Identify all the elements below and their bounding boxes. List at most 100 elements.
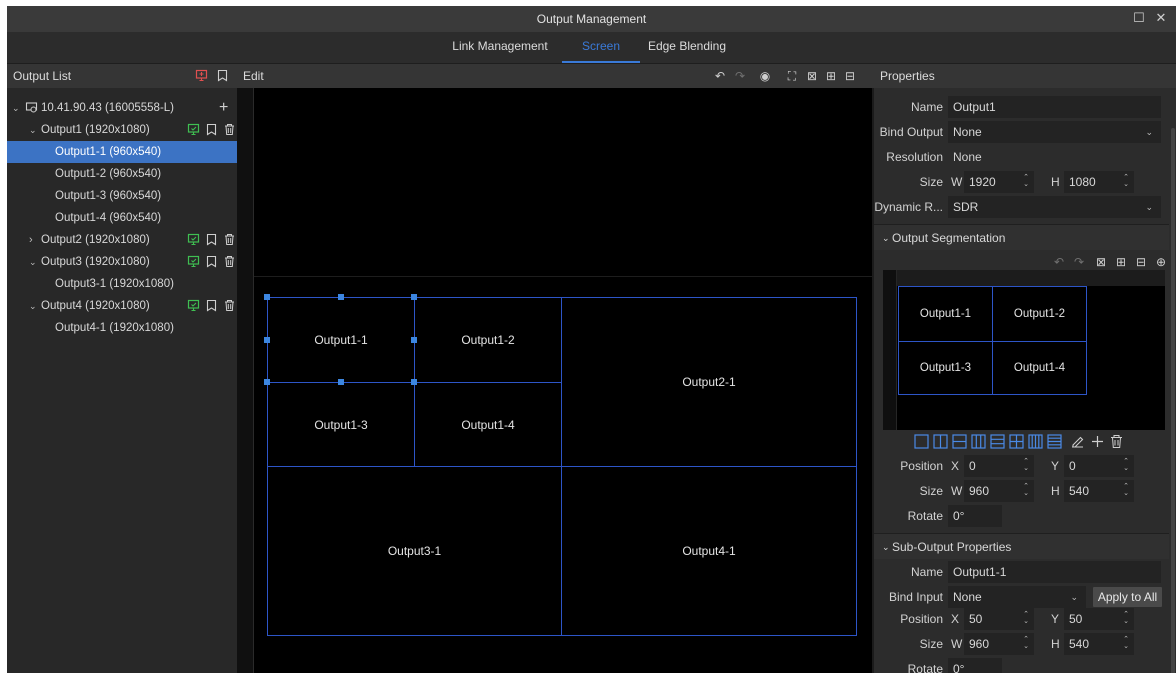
bind-input-select[interactable]: None ⌄: [948, 586, 1086, 608]
preview-cell-output1-2[interactable]: Output1-2: [992, 286, 1087, 342]
spinner-icon[interactable]: ⌃ ⌄: [1122, 458, 1130, 472]
chevron-right-icon[interactable]: ›: [29, 229, 33, 251]
x-input[interactable]: 0 ⌃ ⌄: [964, 455, 1034, 477]
bookmark-icon[interactable]: [216, 69, 229, 82]
preview-cell-output1-4[interactable]: Output1-4: [992, 341, 1087, 395]
apply-to-all-button[interactable]: Apply to All: [1093, 587, 1162, 607]
undo-icon[interactable]: ↶: [713, 68, 727, 84]
bookmark-icon[interactable]: [205, 299, 218, 312]
resize-handle[interactable]: [264, 337, 270, 343]
trash-icon[interactable]: [223, 255, 236, 268]
undo-icon[interactable]: ↶: [1052, 254, 1066, 270]
resize-handle[interactable]: [338, 294, 344, 300]
tree-item-output1-1[interactable]: Output1-1 (960x540): [7, 141, 237, 163]
spinner-icon[interactable]: ⌃ ⌄: [1122, 483, 1130, 497]
chevron-down-icon[interactable]: ⌄: [12, 97, 20, 119]
y-input[interactable]: 0 ⌃ ⌄: [1064, 455, 1134, 477]
spinner-icon[interactable]: ⌃ ⌄: [1022, 611, 1030, 625]
height-input[interactable]: 540 ⌃ ⌄: [1064, 480, 1134, 502]
height-input[interactable]: 540 ⌃ ⌄: [1064, 633, 1134, 655]
tree-item-output1-2[interactable]: Output1-2 (960x540): [7, 163, 237, 185]
magnify-icon[interactable]: ⊕: [1154, 254, 1168, 270]
edit-canvas[interactable]: Output1-1 Output1-2 Output1-3 Output1-4 …: [254, 88, 872, 673]
preview-cell-output1-1[interactable]: Output1-1: [898, 286, 993, 342]
name-input[interactable]: Output1: [948, 96, 1161, 118]
zoom-out-icon[interactable]: ⊟: [843, 68, 857, 84]
trash-icon[interactable]: [223, 233, 236, 246]
spinner-icon[interactable]: ⌃ ⌄: [1022, 483, 1030, 497]
spinner-icon[interactable]: ⌃ ⌄: [1022, 636, 1030, 650]
fullscreen-icon[interactable]: ⊠: [1094, 254, 1108, 270]
sub-output-section[interactable]: ⌄ Sub-Output Properties: [874, 533, 1169, 559]
height-input[interactable]: 1080 ⌃ ⌄: [1064, 171, 1134, 193]
trash-icon[interactable]: [1109, 434, 1124, 449]
monitor-icon[interactable]: [187, 233, 200, 246]
device-row[interactable]: ⌄ 10.41.90.43 (16005558-L) +: [7, 97, 237, 119]
scrollbar-thumb[interactable]: [1171, 128, 1175, 673]
resize-handle[interactable]: [338, 379, 344, 385]
layout-single-icon[interactable]: [914, 434, 929, 449]
tree-item-output3-1[interactable]: Output3-1 (1920x1080): [7, 273, 237, 295]
output-segmentation-section[interactable]: ⌄ Output Segmentation: [874, 224, 1169, 250]
bookmark-icon[interactable]: [205, 123, 218, 136]
spinner-icon[interactable]: ⌃ ⌄: [1122, 611, 1130, 625]
tree-item-output1-4[interactable]: Output1-4 (960x540): [7, 207, 237, 229]
width-input[interactable]: 960 ⌃ ⌄: [964, 480, 1034, 502]
chevron-down-icon[interactable]: ⌄: [29, 251, 37, 273]
resize-handle[interactable]: [411, 337, 417, 343]
layout-four-rows-icon[interactable]: [1047, 434, 1062, 449]
sub-name-input[interactable]: Output1-1: [948, 561, 1161, 583]
tree-item-output4-1[interactable]: Output4-1 (1920x1080): [7, 317, 237, 339]
edit-pen-icon[interactable]: [1070, 434, 1085, 449]
segment-output1-4[interactable]: Output1-4: [414, 382, 562, 467]
spinner-icon[interactable]: ⌃ ⌄: [1022, 174, 1030, 188]
chevron-down-icon[interactable]: ⌄: [29, 295, 37, 317]
bookmark-icon[interactable]: [205, 233, 218, 246]
close-icon[interactable]: ✕: [1153, 10, 1169, 26]
dynamic-range-select[interactable]: SDR ⌄: [948, 196, 1161, 218]
bookmark-icon[interactable]: [205, 255, 218, 268]
tab-edge-blending[interactable]: Edge Blending: [642, 39, 732, 63]
tree-item-output3[interactable]: ⌄ Output3 (1920x1080): [7, 251, 237, 273]
layout-three-rows-icon[interactable]: [990, 434, 1005, 449]
monitor-icon[interactable]: [187, 299, 200, 312]
fullscreen-icon[interactable]: ⊠: [805, 68, 819, 84]
width-input[interactable]: 960 ⌃ ⌄: [964, 633, 1034, 655]
trash-icon[interactable]: [223, 299, 236, 312]
segmentation-preview[interactable]: Output1-1 Output1-2 Output1-3 Output1-4: [883, 270, 1165, 430]
redo-icon[interactable]: ↷: [1072, 254, 1086, 270]
add-icon[interactable]: +: [219, 97, 228, 119]
x-input[interactable]: 50 ⌃ ⌄: [964, 608, 1034, 630]
preview-cell-output1-3[interactable]: Output1-3: [898, 341, 993, 395]
bind-output-select[interactable]: None ⌄: [948, 121, 1161, 143]
resize-handle[interactable]: [411, 379, 417, 385]
segment-output1-3[interactable]: Output1-3: [267, 382, 415, 467]
width-input[interactable]: 1920 ⌃ ⌄: [964, 171, 1034, 193]
maximize-icon[interactable]: ☐: [1131, 10, 1147, 26]
zoom-out-icon[interactable]: ⊟: [1134, 254, 1148, 270]
layout-four-columns-icon[interactable]: [1028, 434, 1043, 449]
segment-output2-1[interactable]: Output2-1: [561, 297, 857, 467]
spinner-icon[interactable]: ⌃ ⌄: [1122, 174, 1130, 188]
chevron-down-icon[interactable]: ⌄: [29, 119, 37, 141]
resize-handle[interactable]: [264, 379, 270, 385]
layout-split-horizontal-icon[interactable]: [952, 434, 967, 449]
trash-icon[interactable]: [223, 123, 236, 136]
spinner-icon[interactable]: ⌃ ⌄: [1022, 458, 1030, 472]
segment-output4-1[interactable]: Output4-1: [561, 466, 857, 636]
rotate-input[interactable]: 0°: [948, 658, 1002, 673]
segment-output1-1[interactable]: Output1-1: [267, 297, 415, 383]
tree-item-output1[interactable]: ⌄ Output1 (1920x1080): [7, 119, 237, 141]
plus-icon[interactable]: [1090, 434, 1105, 449]
zoom-in-icon[interactable]: ⊞: [824, 68, 838, 84]
spinner-icon[interactable]: ⌃ ⌄: [1122, 636, 1130, 650]
resize-handle[interactable]: [264, 294, 270, 300]
fit-screen-icon[interactable]: ⛶: [785, 68, 799, 84]
zoom-in-icon[interactable]: ⊞: [1114, 254, 1128, 270]
segment-output1-2[interactable]: Output1-2: [414, 297, 562, 383]
tab-screen[interactable]: Screen: [562, 39, 640, 63]
rotate-input[interactable]: 0°: [948, 505, 1002, 527]
eye-icon[interactable]: ◉: [758, 68, 772, 84]
tree-item-output4[interactable]: ⌄ Output4 (1920x1080): [7, 295, 237, 317]
redo-icon[interactable]: ↷: [733, 68, 747, 84]
